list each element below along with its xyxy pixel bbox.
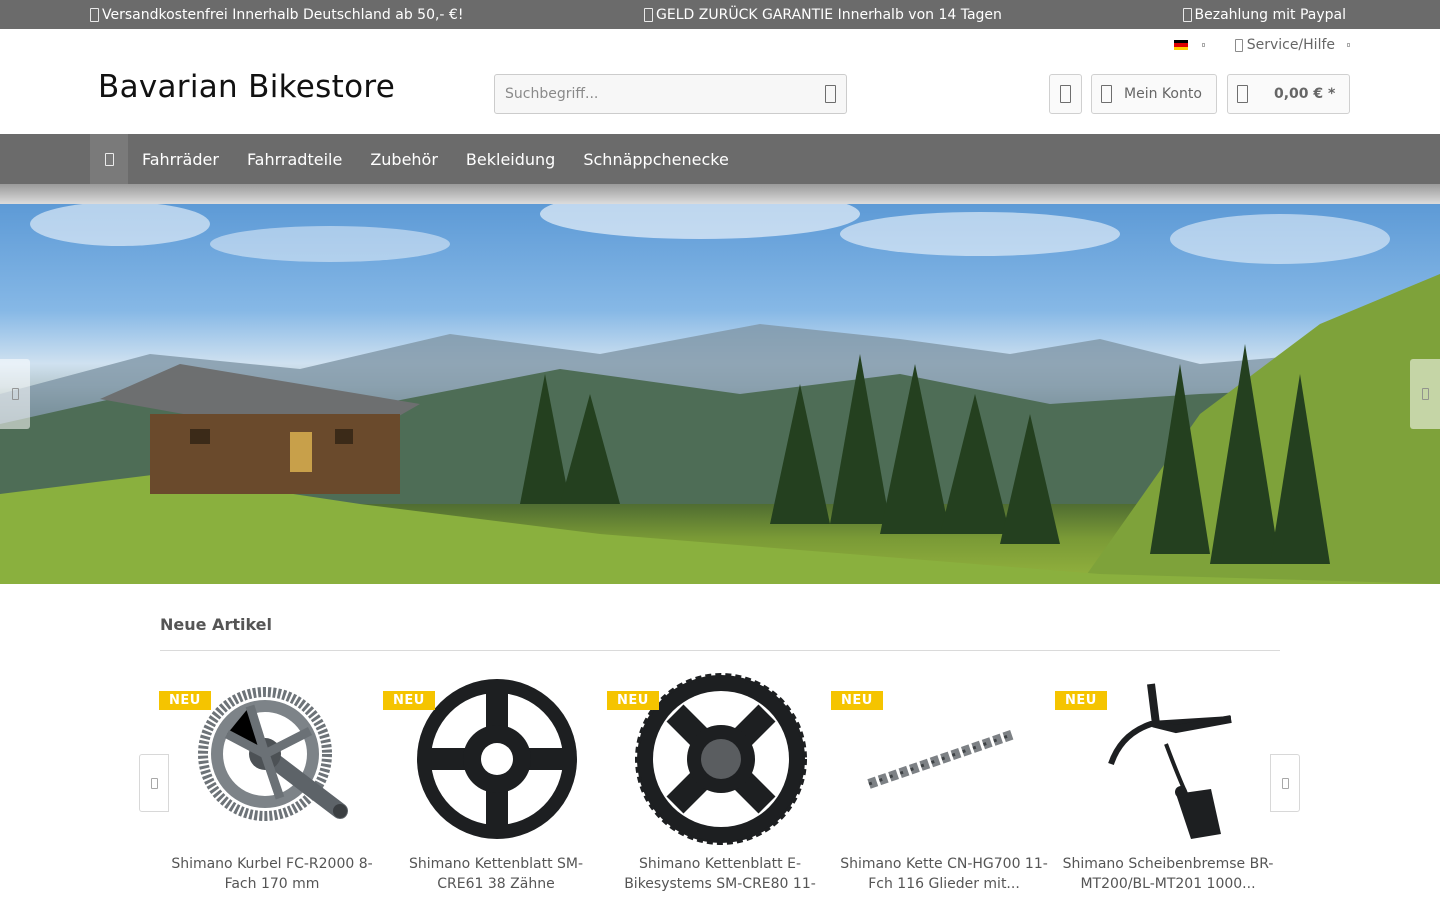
product-image[interactable]: NEU: [607, 671, 832, 846]
chevron-right-icon: [1281, 777, 1289, 789]
service-row: Service/Hilfe: [1173, 37, 1350, 53]
shipping-info: Versandkostenfrei Innerhalb Deutschland …: [90, 7, 463, 23]
store-logo[interactable]: Bavarian Bikestore: [98, 69, 395, 105]
product-title[interactable]: Shimano Kettenblatt SM-CRE61 38 Zähne: [384, 846, 608, 894]
new-badge: NEU: [1055, 691, 1107, 710]
refresh-icon: [644, 7, 654, 22]
product-slider: NEU Shimano Kurbel FC-R2000 8-Fach 170 m…: [159, 671, 1280, 894]
section-title: Neue Artikel: [160, 584, 1280, 651]
chevron-right-icon: [1421, 388, 1429, 400]
service-help-label: Service/Hilfe: [1246, 37, 1335, 53]
new-articles-section: Neue Artikel NEU Shimano Kurbel FC-R2000…: [0, 584, 1440, 894]
product-title[interactable]: Shimano Kettenblatt E-Bikesystems SM-CRE…: [608, 846, 832, 894]
top-info-bar: Versandkostenfrei Innerhalb Deutschland …: [0, 0, 1440, 29]
hero-prev-arrow[interactable]: [0, 359, 30, 429]
search-button[interactable]: [814, 75, 846, 113]
chain-image: [867, 728, 1016, 789]
wishlist-button[interactable]: [1049, 74, 1082, 114]
payment-text: Bezahlung mit Paypal: [1194, 6, 1347, 23]
product-image[interactable]: NEU: [383, 671, 608, 846]
alpine-landscape-image: [0, 204, 1440, 584]
product-image[interactable]: NEU: [1055, 671, 1280, 846]
home-button[interactable]: [90, 134, 128, 184]
home-icon: [104, 152, 114, 166]
cart-total: 0,00 € *: [1274, 86, 1336, 102]
truck-icon: [90, 7, 99, 22]
search-box: [494, 74, 847, 114]
product-title[interactable]: Shimano Scheibenbremse BR-MT200/BL-MT201…: [1056, 846, 1280, 894]
new-badge: NEU: [831, 691, 883, 710]
cart-button[interactable]: 0,00 € *: [1227, 74, 1350, 114]
language-switcher[interactable]: [1173, 40, 1205, 50]
account-label: Mein Konto: [1124, 86, 1202, 102]
product-title[interactable]: Shimano Kette CN-HG700 11-Fch 116 Gliede…: [832, 846, 1056, 894]
shipping-text: Versandkostenfrei Innerhalb Deutschland …: [102, 6, 464, 23]
slider-prev-arrow[interactable]: [139, 754, 169, 812]
question-icon: [1234, 38, 1243, 52]
product-image[interactable]: NEU: [159, 671, 384, 846]
service-help-menu[interactable]: Service/Hilfe: [1234, 37, 1350, 53]
product-image[interactable]: NEU: [831, 671, 1056, 846]
nav-item-fahrradteile[interactable]: Fahrradteile: [233, 134, 356, 184]
product-card[interactable]: NEU Shimano Kettenblatt SM-CRE61 38 Zähn…: [383, 671, 608, 894]
main-navigation: Fahrräder Fahrradteile Zubehör Bekleidun…: [0, 134, 1440, 184]
paypal-icon: [1182, 7, 1192, 22]
hero-next-arrow[interactable]: [1410, 359, 1440, 429]
chevron-down-icon: [1347, 43, 1350, 47]
nav-item-schnaeppchenecke[interactable]: Schnäppchenecke: [569, 134, 742, 184]
heart-icon: [1060, 85, 1071, 103]
product-card[interactable]: NEU Shimano Kettenblatt E-Bikesystems SM…: [607, 671, 832, 894]
nav-shadow: [0, 184, 1440, 204]
chevron-left-icon: [11, 388, 19, 400]
header: Service/Hilfe Bavarian Bikestore Mein Ko…: [0, 29, 1440, 134]
guarantee-text: GELD ZURÜCK GARANTIE Innerhalb von 14 Ta…: [656, 6, 1002, 23]
nav-item-zubehoer[interactable]: Zubehör: [356, 134, 452, 184]
product-title[interactable]: Shimano Kurbel FC-R2000 8-Fach 170 mm: [160, 846, 384, 894]
germany-flag-icon: [1173, 40, 1188, 50]
nav-item-bekleidung[interactable]: Bekleidung: [452, 134, 569, 184]
guarantee-info: GELD ZURÜCK GARANTIE Innerhalb von 14 Ta…: [644, 7, 1002, 23]
new-badge: NEU: [383, 691, 435, 710]
product-card[interactable]: NEU Shimano Scheibenbremse BR-MT200/BL-M…: [1055, 671, 1280, 894]
new-badge: NEU: [607, 691, 659, 710]
search-icon: [824, 85, 836, 103]
account-button[interactable]: Mein Konto: [1091, 74, 1217, 114]
product-card[interactable]: NEU Shimano Kette CN-HG700 11-Fch 116 Gl…: [831, 671, 1056, 894]
search-input[interactable]: [495, 75, 814, 113]
chevron-down-icon: [1201, 43, 1205, 47]
hero-banner: [0, 204, 1440, 584]
nav-item-fahrraeder[interactable]: Fahrräder: [128, 134, 233, 184]
user-icon: [1101, 85, 1112, 103]
new-badge: NEU: [159, 691, 211, 710]
product-card[interactable]: NEU Shimano Kurbel FC-R2000 8-Fach 170 m…: [159, 671, 384, 894]
cart-icon: [1237, 85, 1248, 103]
payment-info: Bezahlung mit Paypal: [1182, 6, 1347, 23]
slider-next-arrow[interactable]: [1270, 754, 1300, 812]
chevron-left-icon: [150, 777, 158, 789]
